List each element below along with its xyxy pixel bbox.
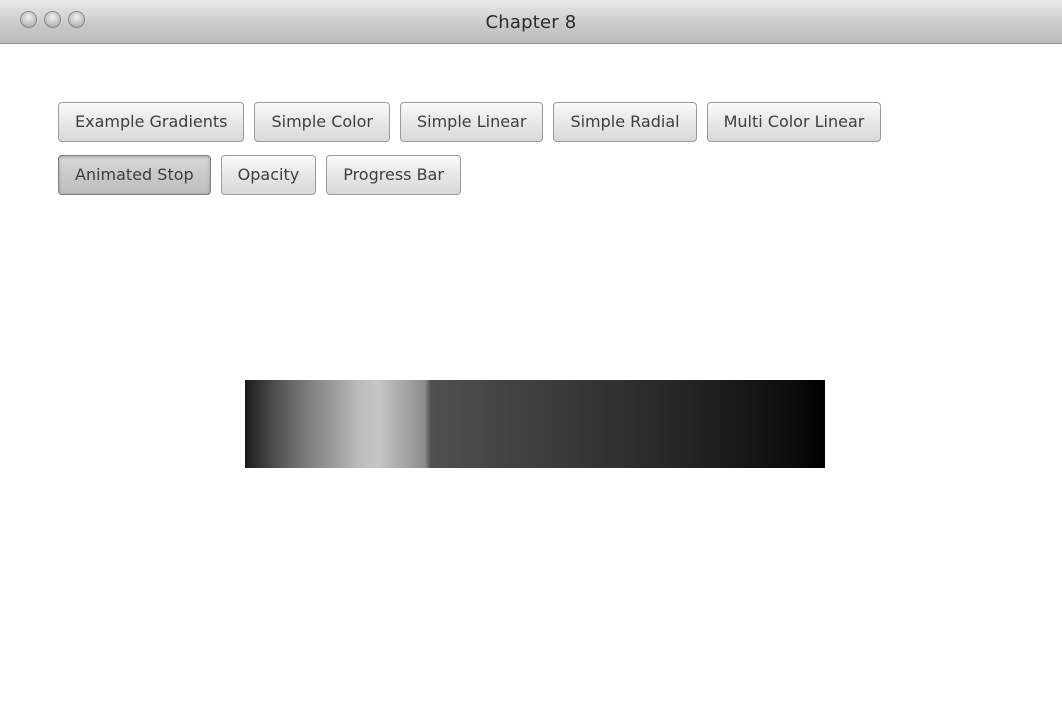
- window-title: Chapter 8: [485, 12, 577, 33]
- title-bar[interactable]: Chapter 8: [0, 0, 1062, 44]
- progress-bar-button[interactable]: Progress Bar: [326, 155, 461, 195]
- opacity-button[interactable]: Opacity: [220, 155, 317, 195]
- animated-stop-button[interactable]: Animated Stop: [58, 155, 211, 195]
- button-row-2: Animated Stop Opacity Progress Bar: [58, 155, 461, 195]
- example-gradients-button[interactable]: Example Gradients: [58, 102, 245, 142]
- simple-linear-button[interactable]: Simple Linear: [399, 102, 544, 142]
- simple-color-button[interactable]: Simple Color: [254, 102, 390, 142]
- animated-gradient-rectangle: [245, 380, 825, 468]
- multi-color-linear-button[interactable]: Multi Color Linear: [706, 102, 882, 142]
- button-row-1: Example Gradients Simple Color Simple Li…: [58, 102, 882, 142]
- app-window: Chapter 8 Example Gradients Simple Color…: [0, 0, 1062, 724]
- simple-radial-button[interactable]: Simple Radial: [553, 102, 697, 142]
